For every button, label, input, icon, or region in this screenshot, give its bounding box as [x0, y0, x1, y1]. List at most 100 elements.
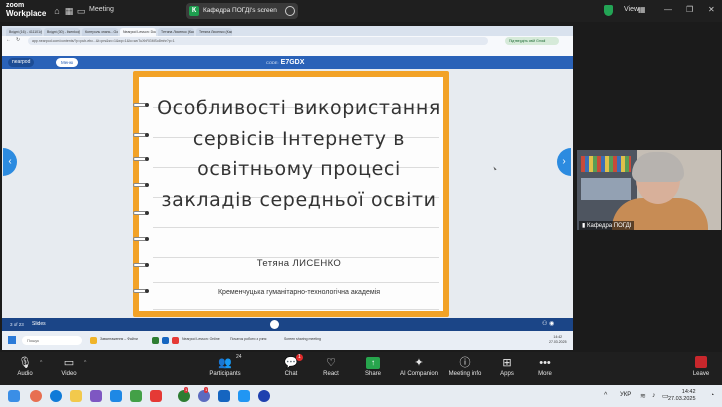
browser-tab-active[interactable]: Nearpod Lesson: Download	[120, 28, 156, 36]
share-button[interactable]: ↑ Share	[348, 354, 398, 384]
more-options-icon[interactable]	[285, 6, 295, 16]
screen-share-indicator[interactable]: К Кафедра ПОГДІ's screen	[186, 3, 298, 19]
taskbar-item[interactable]: Screen sharing meeting	[284, 337, 321, 341]
apps-icon: ⊞	[502, 357, 512, 369]
mail-icon[interactable]	[110, 390, 122, 402]
browser-tab[interactable]: Контроль знань - Google Диск	[82, 28, 118, 36]
heart-icon: ♡	[326, 357, 336, 369]
video-options-caret-icon[interactable]: ^	[84, 360, 86, 366]
chrome-icon[interactable]	[172, 337, 179, 344]
app-icon[interactable]	[258, 390, 270, 402]
chrome-icon[interactable]: 1	[178, 387, 190, 402]
security-shield-icon[interactable]	[604, 5, 613, 16]
volume-icon[interactable]: ♪	[652, 392, 656, 399]
language-indicator[interactable]: УКР	[620, 392, 631, 398]
participant-hair	[632, 152, 684, 182]
view-button[interactable]: View	[624, 6, 639, 13]
binder-hole-icon	[145, 237, 149, 241]
system-clock[interactable]: 14:42 27.03.2025	[668, 389, 696, 403]
copilot-icon[interactable]	[30, 390, 42, 402]
slide-author: Тетяна ЛИСЕНКО	[256, 258, 342, 269]
viber-icon[interactable]: 1	[198, 387, 210, 402]
video-icon[interactable]: ▭	[76, 6, 86, 16]
browser-tab[interactable]: Вхідні (30) - lisenko@ya.org	[44, 28, 80, 36]
participants-eye-icon[interactable]: ⚇ ◉	[542, 320, 554, 329]
audio-button[interactable]: 🎙 Audio	[0, 354, 50, 384]
participants-icon: 👥	[218, 357, 232, 369]
home-icon[interactable]: ⌂	[52, 6, 62, 16]
meeting-label[interactable]: Meeting	[89, 6, 114, 13]
gmail-verify-chip[interactable]: Підтвердіть свій Gmail	[505, 37, 559, 45]
url-input[interactable]: app.nearpod.com/contents/?p=pub-ebc...&t…	[28, 37, 488, 45]
word-icon[interactable]	[218, 390, 230, 402]
browser-address-bar: ← ↻ app.nearpod.com/contents/?p=pub-ebc.…	[2, 36, 573, 46]
video-label: Video	[61, 371, 77, 377]
wifi-icon[interactable]: ≋	[640, 392, 646, 400]
slide: Особливості використання сервісів Інтерн…	[133, 71, 449, 317]
participants-button[interactable]: 👥 24 Participants	[200, 354, 250, 384]
chevron-up-icon[interactable]: ^	[604, 392, 607, 399]
books	[581, 156, 631, 172]
maximize-icon[interactable]: ❐	[686, 5, 693, 14]
browser-tab-bar: Вхідні (16) - 411101@gmail.co Вхідні (30…	[2, 26, 573, 36]
more-label: More	[538, 371, 552, 377]
meeting-toolbar: 🎙 Audio ^ ▭ Video ^ 👥 24 Participants 💬 …	[0, 352, 722, 385]
audio-options-caret-icon[interactable]: ^	[40, 360, 42, 366]
excel-icon[interactable]	[130, 390, 142, 402]
share-label: Share	[364, 371, 381, 377]
word-icon[interactable]	[162, 337, 169, 344]
browser-tab[interactable]: Tетяна Лисенко (Кафедра ПОГДІ)	[158, 28, 194, 36]
browser-tab[interactable]: Вхідні (16) - 411101@gmail.co	[6, 28, 42, 36]
more-button[interactable]: ••• More	[520, 354, 570, 384]
edge-icon[interactable]	[50, 390, 62, 402]
ai-companion-label: AI Companion	[399, 371, 439, 377]
home-icon[interactable]	[270, 320, 279, 329]
zoom-icon[interactable]	[238, 390, 250, 402]
taskbar-item[interactable]: Початок роботи з учня	[230, 337, 266, 341]
close-icon[interactable]: ✕	[708, 5, 715, 14]
zoom-logo-line2: Workplace	[6, 9, 47, 18]
file-explorer-icon[interactable]	[90, 337, 97, 344]
file-explorer-icon[interactable]	[70, 390, 82, 402]
notebook-line	[153, 227, 439, 228]
taskbar-search-input[interactable]: Пошук	[22, 336, 82, 345]
notification-bell-icon[interactable]: ◔	[710, 392, 714, 399]
mouse-cursor-icon	[493, 165, 497, 171]
sparkle-icon: ✦	[414, 357, 424, 369]
camera-icon: ▭	[63, 357, 75, 369]
audio-label: Audio	[17, 371, 33, 377]
system-time: 14:42	[681, 389, 696, 395]
taskbar-item[interactable]: Завантаження – Файли	[100, 337, 138, 341]
store-icon[interactable]	[90, 390, 102, 402]
taskbar-item[interactable]: Nearpod Lesson: Online	[182, 337, 220, 341]
windows-start-icon[interactable]	[8, 390, 20, 402]
excel-icon[interactable]	[152, 337, 159, 344]
video-button[interactable]: ▭ Video	[44, 354, 94, 384]
chat-badge: 1	[296, 354, 303, 361]
slide-title-line: закладів середньої освіти	[161, 188, 437, 211]
previous-slide-button[interactable]: ‹	[3, 148, 17, 176]
share-arrow-icon: ↑	[366, 357, 380, 369]
grid-icon[interactable]: ▦	[64, 6, 74, 16]
reload-icon[interactable]: ↻	[16, 37, 20, 43]
notebook-line	[153, 309, 439, 310]
zoom-title-bar: zoom Workplace ⌂ ▦ ▭ Meeting К Кафедра П…	[0, 0, 722, 22]
windows-start-icon[interactable]	[8, 336, 16, 344]
nearpod-menu-button[interactable]: Меню	[56, 58, 79, 67]
session-code: CODE: E7GDX	[266, 58, 304, 67]
browser-tab[interactable]: Тетяна Лисенко (Кафедра ПОГДІ)	[196, 28, 232, 36]
ai-companion-button[interactable]: ✦ AI Companion	[394, 354, 444, 384]
slides-button[interactable]: Slides	[32, 320, 46, 329]
info-icon: ⓘ	[459, 357, 471, 369]
screen-share-initial: К	[189, 6, 199, 16]
shared-screen: Вхідні (16) - 411101@gmail.co Вхідні (30…	[2, 26, 573, 350]
powerpoint-icon[interactable]	[150, 390, 162, 402]
minimize-icon[interactable]: —	[664, 5, 672, 14]
next-slide-button[interactable]: ›	[557, 148, 571, 176]
leave-button[interactable]: Leave	[688, 356, 714, 384]
signal-icon: ▮	[582, 223, 586, 229]
back-icon[interactable]: ←	[6, 37, 11, 43]
nearpod-footer: 3 of 23 Slides ⚇ ◉	[2, 318, 573, 331]
view-grid-icon[interactable]: ▦	[638, 5, 646, 14]
participant-name-label: ▮ Кафедра ПОГДІ	[579, 221, 635, 230]
